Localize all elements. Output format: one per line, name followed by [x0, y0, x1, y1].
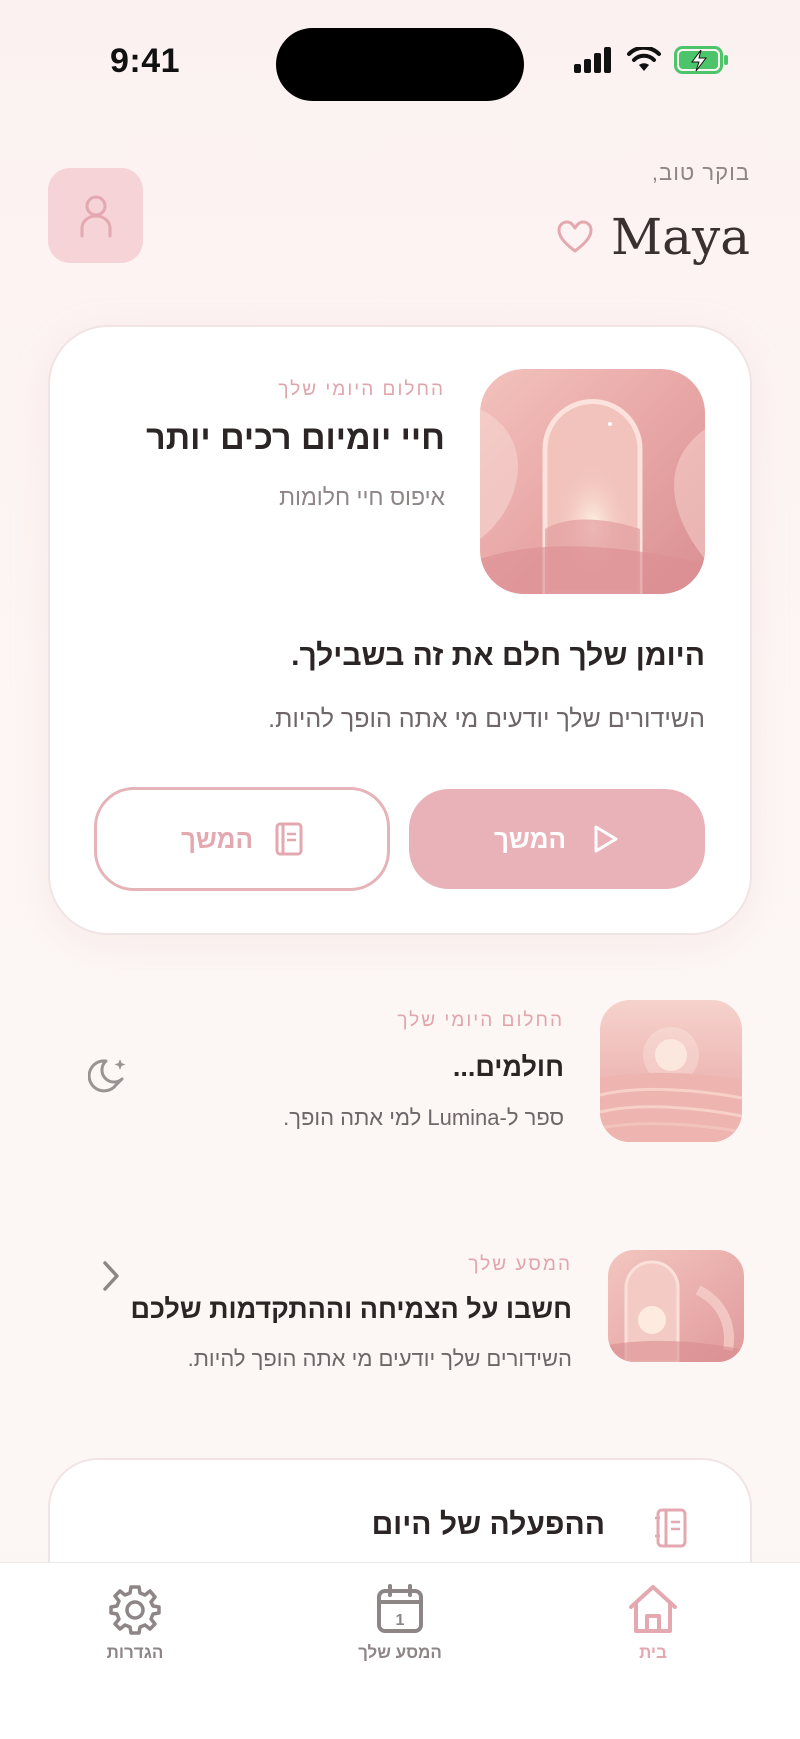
user-name-row: Maya [557, 208, 750, 266]
wifi-icon [627, 47, 661, 71]
calendar-day: 1 [396, 1612, 405, 1629]
card-eyebrow: החלום היומי שלך [278, 379, 445, 400]
card-subtitle: איפוס חיי חלומות [279, 484, 445, 510]
play-icon [594, 825, 618, 853]
tab-home-label: בית [639, 1643, 667, 1662]
home-icon [629, 1585, 677, 1633]
list-item-subtitle: השידורים שלך יודעים מי אתה הופך להיות. [187, 1346, 572, 1371]
profile-button[interactable] [48, 168, 143, 263]
dream-portal-image [480, 369, 705, 594]
continue-play-button[interactable]: המשך [409, 789, 705, 889]
sunset-sea-image [600, 1000, 742, 1142]
list-item-journey[interactable]: המסע שלך חשבו על הצמיחה וההתקדמות שלכם ה… [48, 1232, 752, 1382]
list-item-eyebrow: המסע שלך [468, 1254, 572, 1275]
book-icon [275, 822, 303, 856]
tab-settings-label: הגדרות [106, 1643, 164, 1662]
tab-journey[interactable]: 1 המסע שלך [340, 1583, 460, 1663]
journey-portal-image [608, 1250, 744, 1362]
dynamic-island [276, 28, 524, 101]
card-body: השידורים שלך יודעים מי אתה הופך להיות. [268, 705, 705, 733]
user-name: Maya [610, 208, 750, 266]
tab-journey-label: המסע שלך [358, 1643, 442, 1662]
signal-icon [574, 47, 611, 73]
moon-stars-icon [88, 1059, 126, 1093]
list-item-eyebrow: החלום היומי שלך [397, 1010, 564, 1031]
list-item-title: חולמים... [452, 1052, 564, 1082]
card-title: חיי יומיום רכים יותר [146, 419, 445, 457]
list-item-title: חשבו על הצמיחה וההתקדמות שלכם [130, 1294, 572, 1324]
gear-icon [109, 1585, 161, 1635]
card-headline: היומן שלך חלם את זה בשבילך. [291, 639, 705, 672]
daily-session-title: ההפעלה של היום [371, 1508, 605, 1541]
heart-icon[interactable] [557, 220, 593, 254]
user-icon [80, 195, 111, 237]
continue-play-label: המשך [493, 823, 567, 854]
continue-read-button[interactable]: המשך [94, 787, 390, 891]
list-item-subtitle: ספר ל-Lumina למי אתה הופך. [283, 1105, 564, 1130]
journal-icon [655, 1508, 687, 1548]
status-time: 9:41 [110, 42, 181, 80]
chevron-right-icon [103, 1261, 119, 1291]
tab-home[interactable]: בית [626, 1583, 680, 1663]
calendar-icon: 1 [377, 1584, 423, 1633]
greeting-text: בוקר טוב, [651, 160, 750, 185]
battery-charging-icon [674, 46, 728, 74]
list-item-dreaming[interactable]: החלום היומי שלך חולמים... ספר ל-Lumina ל… [48, 990, 752, 1150]
tab-settings[interactable]: הגדרות [95, 1583, 175, 1663]
bottom-tab-bar: בית 1 המסע שלך הגדרות [0, 1562, 800, 1739]
continue-read-label: המשך [180, 823, 254, 854]
daily-dream-card: החלום היומי שלך חיי יומיום רכים יותר איפ… [48, 325, 752, 935]
status-icons [574, 46, 730, 74]
